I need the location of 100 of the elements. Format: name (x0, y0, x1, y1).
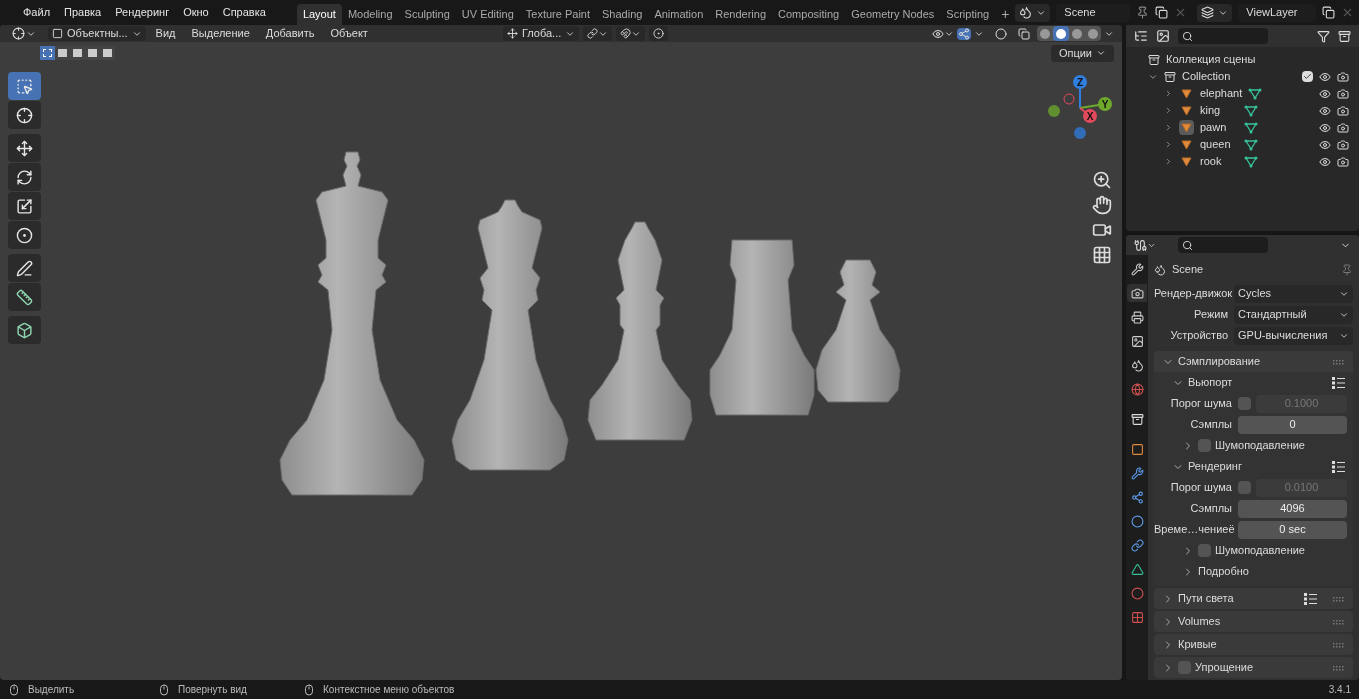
snap-button[interactable] (616, 26, 646, 41)
panel-title[interactable]: Сэмплирование (1178, 353, 1317, 370)
menu-item[interactable]: Рендеринг (108, 4, 177, 21)
presets-icon[interactable] (1304, 592, 1317, 605)
eye-icon[interactable] (1319, 70, 1331, 83)
checkbox[interactable] (1238, 397, 1251, 410)
search-field[interactable] (1178, 237, 1268, 253)
workspace-tab[interactable]: Animation (648, 4, 710, 25)
pin-icon[interactable] (1341, 263, 1353, 276)
dropdown[interactable]: GPU-вычисления (1234, 326, 1353, 345)
presets-icon[interactable] (1332, 376, 1345, 389)
new-collection-icon[interactable] (1338, 29, 1351, 43)
panel-title[interactable]: Подробно (1198, 563, 1345, 580)
workspace-tab[interactable]: Geometry Nodes (845, 4, 941, 25)
checkbox[interactable] (1198, 439, 1211, 452)
tool-button[interactable] (8, 221, 41, 249)
proportional-edit-button[interactable] (649, 26, 669, 41)
axis-handle[interactable]: Y (1079, 97, 1112, 111)
workspace-tab[interactable]: Texture Paint (519, 4, 596, 25)
mode-dropdown[interactable]: Объектны... (48, 26, 146, 41)
view-layer-field[interactable]: ViewLayer (1238, 3, 1317, 22)
workspace-tab[interactable]: Layout (296, 4, 342, 25)
workspace-tab[interactable]: Scripting (940, 4, 996, 25)
workspace-tab[interactable]: Sculpting (398, 4, 456, 25)
properties-tab[interactable] (1127, 284, 1147, 302)
panel-title[interactable]: Вьюпорт (1188, 374, 1328, 391)
menu-item[interactable]: Правка (57, 4, 109, 21)
pivot-button[interactable] (583, 26, 613, 41)
panel-title[interactable]: Шумоподавление (1215, 542, 1345, 559)
tree-item[interactable]: queen (1200, 136, 1238, 153)
tool-button[interactable] (8, 101, 41, 129)
camera-icon[interactable] (1337, 138, 1349, 151)
tree-item[interactable]: elephant (1200, 85, 1243, 102)
camera-icon[interactable] (1337, 155, 1349, 168)
tree-item[interactable]: pawn (1200, 119, 1238, 136)
tool-button[interactable] (8, 283, 41, 311)
grid-icon[interactable] (1092, 245, 1112, 265)
dropdown[interactable]: Стандартный (1234, 305, 1353, 324)
options-dropdown[interactable]: Опции (1050, 44, 1114, 62)
workspace-tab[interactable]: UV Editing (455, 4, 520, 25)
menu-item[interactable]: Вид (149, 25, 182, 42)
tool-button[interactable] (8, 316, 41, 344)
select-mode-button[interactable] (100, 46, 115, 60)
copy-icon[interactable] (1322, 6, 1336, 19)
camera-icon[interactable] (1337, 104, 1349, 117)
xray-button[interactable] (1018, 27, 1030, 40)
viewport[interactable]: Объектны... Вид Выделение Добавить Объект Глоба... Опции Z Y X (0, 25, 1122, 680)
display-mode-icon[interactable] (1156, 29, 1170, 43)
axis-handle[interactable]: Z (1073, 75, 1087, 109)
tool-button[interactable] (8, 192, 41, 220)
search-field[interactable] (1178, 28, 1268, 44)
drag-handle-icon[interactable] (1333, 358, 1345, 365)
editor-type-button[interactable] (1134, 238, 1156, 252)
outliner-icon[interactable] (1134, 29, 1148, 43)
checkbox[interactable] (1302, 71, 1313, 82)
overlay-button[interactable] (995, 27, 1007, 40)
number-field[interactable]: 0 (1238, 415, 1347, 434)
select-mode-button[interactable] (70, 46, 85, 60)
camera-icon[interactable] (1337, 87, 1349, 100)
panel-title[interactable]: Рендеринг (1188, 458, 1328, 475)
tool-button[interactable] (8, 254, 41, 282)
orientation-dropdown[interactable]: Глоба... (502, 26, 580, 41)
checkbox[interactable] (1238, 481, 1251, 494)
workspace-tab[interactable]: Compositing (772, 4, 846, 25)
eye-icon[interactable] (1319, 155, 1331, 168)
panel-title[interactable]: Шумоподавление (1215, 437, 1345, 454)
drag-handle-icon[interactable] (1333, 618, 1345, 625)
select-mode-button[interactable] (55, 46, 70, 60)
checkbox[interactable] (1178, 661, 1191, 674)
axis-handle[interactable] (1074, 127, 1086, 139)
tree-item[interactable]: Collection (1182, 68, 1231, 85)
tool-button[interactable] (8, 134, 41, 162)
dropdown[interactable]: Cycles (1234, 284, 1353, 303)
eye-icon[interactable] (1319, 87, 1331, 100)
shading-button[interactable] (1053, 26, 1069, 41)
workspace-tab[interactable]: Modeling (341, 4, 399, 25)
hand-icon[interactable] (1092, 195, 1112, 215)
axis-handle[interactable] (1063, 93, 1075, 105)
number-field[interactable]: 4096 (1238, 499, 1347, 518)
select-mode-button[interactable] (40, 46, 55, 60)
camera-icon[interactable] (1337, 121, 1349, 134)
scene-field[interactable]: Scene (1056, 3, 1131, 22)
tree-item[interactable]: king (1200, 102, 1238, 119)
drag-handle-icon[interactable] (1333, 595, 1345, 602)
menu-item[interactable]: Справка (215, 4, 273, 21)
gizmo-button[interactable] (957, 27, 971, 40)
scene-selector[interactable] (1015, 3, 1051, 22)
eye-icon[interactable] (1319, 138, 1331, 151)
checkbox[interactable] (1198, 544, 1211, 557)
menu-item[interactable]: Выделение (185, 25, 256, 42)
eye-icon[interactable] (1319, 121, 1331, 134)
drag-handle-icon[interactable] (1333, 664, 1345, 671)
camera-icon[interactable] (1337, 70, 1349, 83)
workspace-tab[interactable]: Shading (596, 4, 649, 25)
zoom-icon[interactable] (1092, 170, 1112, 190)
copy-icon[interactable] (1155, 6, 1169, 19)
add-tab-button[interactable]: + (995, 4, 1016, 25)
menu-item[interactable]: Файл (16, 4, 58, 21)
tool-button[interactable] (8, 163, 41, 191)
tree-item[interactable]: Коллекция сцены (1166, 51, 1256, 68)
